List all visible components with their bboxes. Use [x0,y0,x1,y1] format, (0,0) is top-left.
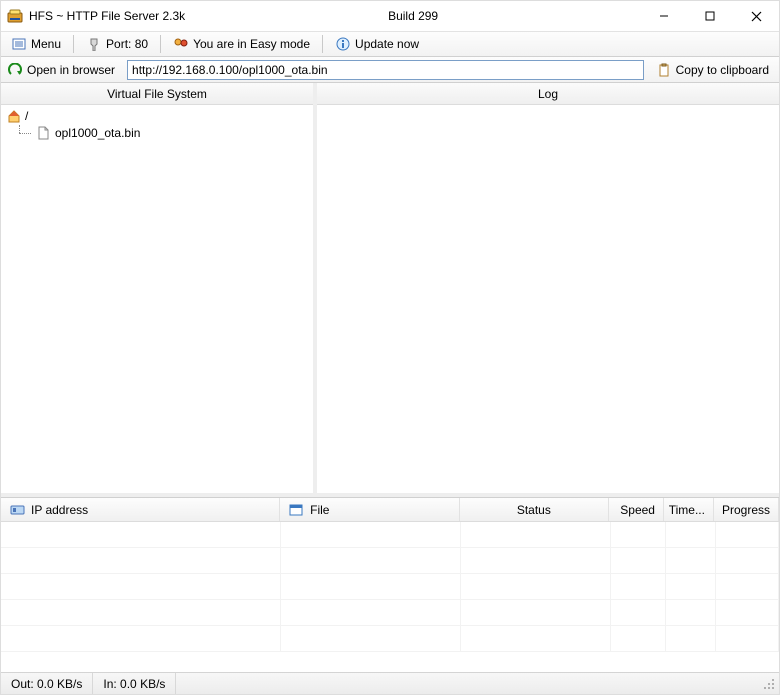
file-col-icon [288,502,304,518]
url-input[interactable] [127,60,644,80]
mode-indicator[interactable]: You are in Easy mode [167,33,316,55]
maximize-button[interactable] [687,1,733,31]
col-speed[interactable]: Speed [609,498,664,521]
clipboard-icon [656,62,672,78]
port-label: Port: 80 [106,37,148,51]
status-out: Out: 0.0 KB/s [1,673,93,694]
grid-row-empty [1,548,779,574]
col-time-left-label: Time... [669,503,705,517]
log-body[interactable] [317,105,779,493]
grid-row-empty [1,574,779,600]
build-label: Build 299 [388,9,438,23]
users-icon [173,36,189,52]
open-browser-button[interactable]: Open in browser [5,59,121,81]
vfs-pane: Virtual File System / opl1000_ota.bin [1,83,317,493]
window-controls [641,1,779,31]
window-title: HFS ~ HTTP File Server 2.3k [29,9,185,23]
col-progress-label: Progress [722,503,770,517]
resize-grip-icon[interactable] [761,676,777,692]
mode-label: You are in Easy mode [193,37,310,51]
copy-clipboard-label: Copy to clipboard [676,63,769,77]
open-browser-icon [7,62,23,78]
toolbar-separator [73,35,74,53]
minimize-button[interactable] [641,1,687,31]
col-file[interactable]: File [280,498,459,521]
log-pane: Log [317,83,779,493]
col-ip[interactable]: IP address [1,498,280,521]
ip-icon [9,502,25,518]
col-speed-label: Speed [620,503,655,517]
vfs-tree[interactable]: / opl1000_ota.bin [1,105,313,493]
menu-button[interactable]: Menu [5,33,67,55]
tree-file-item[interactable]: opl1000_ota.bin [13,125,307,141]
menu-icon [11,36,27,52]
menu-label: Menu [31,37,61,51]
file-icon [37,126,51,140]
col-ip-label: IP address [31,503,88,517]
url-toolbar: Open in browser Copy to clipboard [1,57,779,83]
port-button[interactable]: Port: 80 [80,33,154,55]
toolbar-separator [322,35,323,53]
status-in: In: 0.0 KB/s [93,673,176,694]
tree-file-label: opl1000_ota.bin [55,126,140,140]
grid-row-empty [1,522,779,548]
port-icon [86,36,102,52]
close-button[interactable] [733,1,779,31]
middle-split: Virtual File System / opl1000_ota.bin Lo… [1,83,779,497]
grid-body[interactable] [1,522,779,672]
open-browser-label: Open in browser [27,63,115,77]
status-bar: Out: 0.0 KB/s In: 0.0 KB/s [1,672,779,694]
connections-grid: IP address File Status Speed Time... Pro… [1,497,779,672]
col-status[interactable]: Status [460,498,610,521]
grid-row-empty [1,600,779,626]
tree-connector [13,125,33,141]
tree-root-item[interactable]: / [7,109,307,123]
log-header: Log [317,83,779,105]
app-icon [7,8,23,24]
titlebar: HFS ~ HTTP File Server 2.3k Build 299 [1,1,779,31]
grid-header-row: IP address File Status Speed Time... Pro… [1,498,779,522]
col-status-label: Status [517,503,551,517]
copy-clipboard-button[interactable]: Copy to clipboard [650,60,775,80]
col-time-left[interactable]: Time... [664,498,714,521]
toolbar-separator [160,35,161,53]
col-progress[interactable]: Progress [714,498,779,521]
col-file-label: File [310,503,329,517]
grid-row-empty [1,626,779,652]
main-toolbar: Menu Port: 80 You are in Easy mode Updat… [1,31,779,57]
tree-root-label: / [25,109,28,123]
update-label: Update now [355,37,419,51]
vfs-header: Virtual File System [1,83,313,105]
update-button[interactable]: Update now [329,33,425,55]
home-icon [7,109,21,123]
info-icon [335,36,351,52]
